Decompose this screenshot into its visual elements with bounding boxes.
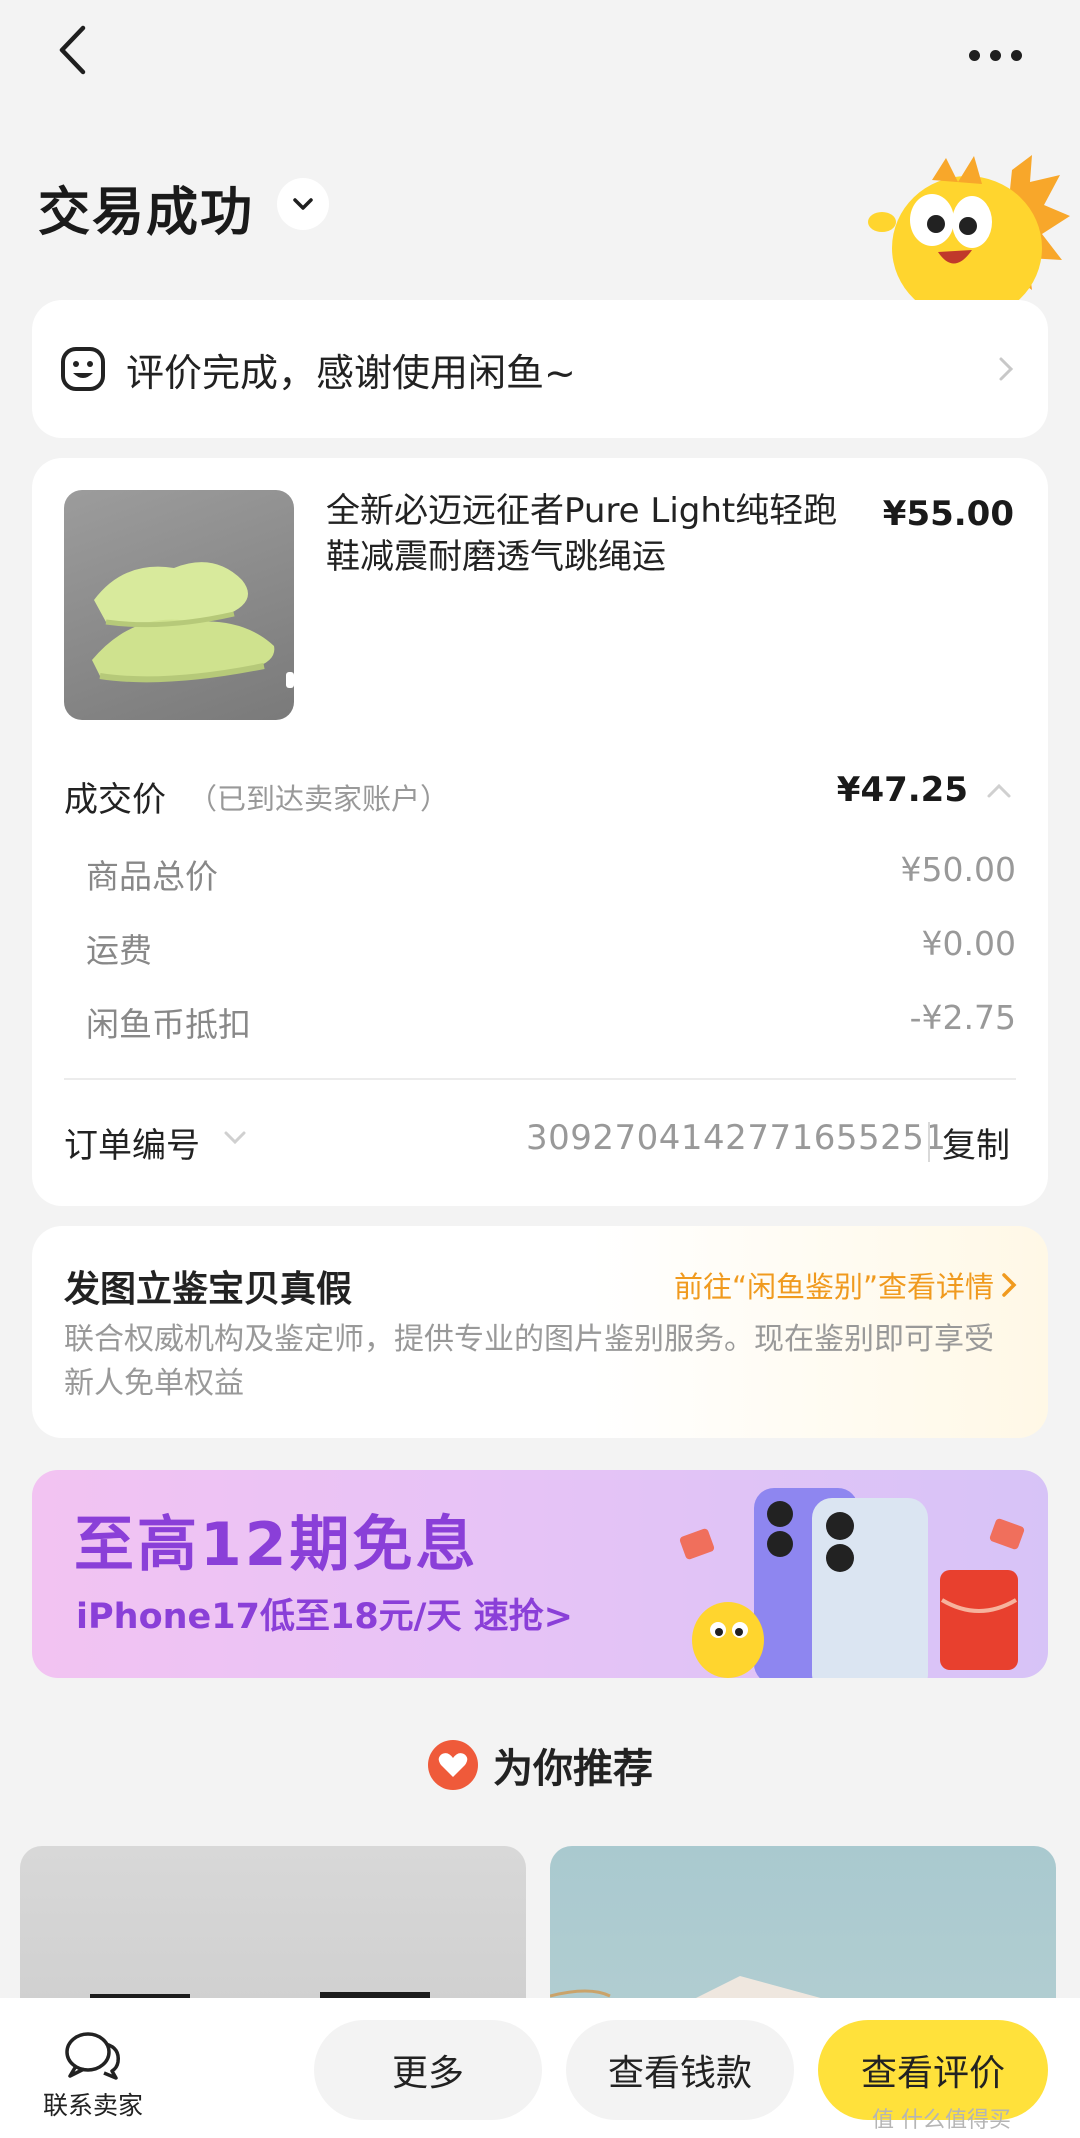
authentication-title: 发图立鉴宝贝真假: [64, 1269, 353, 1310]
status-title: 交易成功: [38, 183, 255, 243]
order-number-value: 3092704142771655251: [526, 1118, 947, 1158]
view-money-button[interactable]: 查看钱款: [566, 2020, 794, 2120]
heart-icon: [428, 1740, 478, 1790]
product-price: ¥55.00: [882, 494, 1014, 534]
recommend-header: 为你推荐: [0, 1736, 1080, 1794]
back-button[interactable]: [44, 22, 100, 78]
review-status-card[interactable]: 评价完成，感谢使用闲鱼~: [32, 300, 1048, 438]
authentication-description: 联合权威机构及鉴定师，提供专业的图片鉴别服务。现在鉴别即可享受新人免单权益: [64, 1322, 994, 1401]
deal-price-value: ¥47.25: [836, 770, 968, 810]
more-dot-icon: [968, 49, 980, 61]
chevron-up-icon[interactable]: [984, 778, 1014, 802]
more-dot-icon: [989, 49, 1001, 61]
deal-price-note: （已到达卖家账户）: [188, 782, 450, 816]
fee-row-subtotal: 商品总价 ¥50.00: [86, 850, 1016, 898]
contact-seller-label: 联系卖家: [42, 2091, 143, 2120]
product-title[interactable]: 全新必迈远征者Pure Light纯轻跑鞋减震耐磨透气跳绳运: [326, 488, 846, 580]
product-thumbnail[interactable]: [64, 490, 294, 720]
back-arrow-icon: [59, 25, 86, 75]
authentication-card[interactable]: 发图立鉴宝贝真假 前往“闲鱼鉴别”查看详情 联合权威机构及鉴定师，提供专业的图片…: [32, 1226, 1048, 1438]
more-button[interactable]: 更多: [314, 2020, 542, 2120]
recommend-title: 为你推荐: [493, 1746, 653, 1792]
fee-value: ¥50.00: [900, 850, 1016, 889]
order-card: 全新必迈远征者Pure Light纯轻跑鞋减震耐磨透气跳绳运 ¥55.00 成交…: [32, 458, 1048, 1206]
fee-label: 商品总价: [86, 857, 218, 896]
divider: [928, 1122, 930, 1162]
fee-label: 运费: [86, 931, 152, 970]
authentication-details-link[interactable]: 前往“闲鱼鉴别”查看详情: [674, 1264, 1018, 1306]
fee-row-coin-discount: 闲鱼币抵扣 -¥2.75: [86, 998, 1016, 1046]
copy-order-number-button[interactable]: 复制: [942, 1118, 1010, 1167]
banner-subtitle: iPhone17低至18元/天 速抢>: [76, 1597, 573, 1637]
watermark: 值 什么值得买: [872, 2108, 1011, 2133]
contact-seller-button[interactable]: 联系卖家: [38, 2030, 148, 2122]
smile-face-icon: [61, 347, 105, 391]
installment-promo-banner[interactable]: 至高12期免息 iPhone17低至18元/天 速抢>: [32, 1470, 1048, 1678]
chevron-down-icon[interactable]: [222, 1128, 248, 1148]
fee-label: 闲鱼币抵扣: [86, 1005, 251, 1044]
review-status-text: 评价完成，感谢使用闲鱼~: [126, 350, 576, 395]
sneaker-image: [92, 562, 294, 688]
chat-bubble-icon: [65, 2032, 120, 2080]
order-number-label[interactable]: 订单编号: [64, 1118, 200, 1167]
status-expand-button[interactable]: [277, 178, 329, 230]
iphone-promo-image: [679, 1488, 1025, 1678]
more-dot-icon: [1010, 49, 1022, 61]
deal-price-label: 成交价: [64, 780, 166, 820]
fee-value: -¥2.75: [909, 998, 1016, 1037]
more-options-button[interactable]: [960, 30, 1030, 80]
banner-title: 至高12期免息: [74, 1510, 479, 1580]
fish-mascot-image: [868, 155, 1070, 305]
chevron-down-icon: [293, 198, 313, 210]
chevron-right-icon: [1002, 1273, 1017, 1297]
fee-row-shipping: 运费 ¥0.00: [86, 924, 1016, 972]
fee-value: ¥0.00: [921, 924, 1016, 963]
chevron-right-icon: [999, 357, 1014, 381]
divider: [64, 1078, 1016, 1080]
authentication-link-text: 前往“闲鱼鉴别”查看详情: [673, 1270, 994, 1304]
